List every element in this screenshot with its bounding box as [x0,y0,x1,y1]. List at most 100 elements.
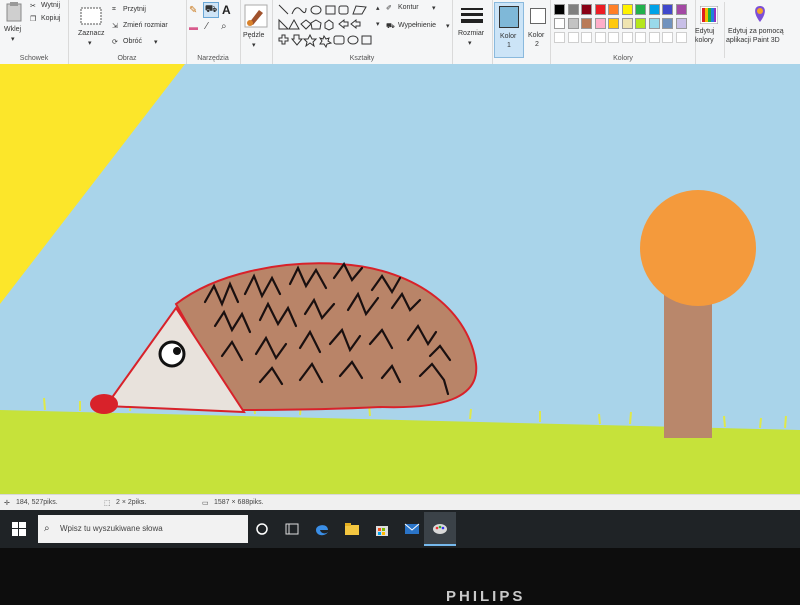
shapes-group: ▴ ▾ ✐ Kontur ▾ ⛟ Wypełnienie ▾ Kształty [272,0,453,64]
magnifier-icon[interactable]: ⌕ [221,21,227,32]
pencil-icon[interactable]: ✎ [189,5,197,16]
color1-number: 1 [507,42,511,49]
color-swatch[interactable] [594,4,606,15]
color-swatch[interactable] [648,18,660,29]
color-swatch[interactable] [581,4,592,15]
color-swatch[interactable] [675,4,687,15]
eraser-icon[interactable]: ▬ [189,22,198,32]
hedgehog-eye [158,340,186,368]
color-swatch[interactable] [608,4,619,15]
fill-dropdown-icon: ▾ [446,23,450,30]
outline-dropdown[interactable]: ✐ Kontur ▾ [386,4,450,16]
color1-button[interactable]: Kolor 1 [494,2,524,58]
color-swatch[interactable] [567,4,579,15]
search-box[interactable]: ⌕ Wpisz tu wyszukiwane słowa [38,515,248,543]
rotate-button[interactable]: ⟳ Obróć ▾ [112,38,182,48]
color-swatch[interactable] [554,18,565,29]
color-swatch[interactable] [648,4,660,15]
custom-color-slot[interactable] [594,32,606,43]
file-explorer-icon[interactable] [344,521,360,537]
fill-label: Wypełnienie [398,22,437,29]
color-swatch[interactable] [581,18,592,29]
size-label: Rozmiar [458,30,485,37]
taskbar: ⌕ Wpisz tu wyszukiwane słowa [0,510,800,548]
shapes-group-label: Kształty [349,55,375,62]
color-swatch[interactable] [662,18,673,29]
custom-color-slot[interactable] [621,32,633,43]
color-picker-icon[interactable]: ⁄ [206,21,208,32]
colors-group: Kolory [550,0,696,64]
cursor-position: 184, 527piks. [16,499,58,506]
color-swatch[interactable] [621,4,633,15]
status-bar: ✛ 184, 527piks. ⬚ 2 × 2piks. ▭ 1587 × 68… [0,494,800,511]
edit-colors-button[interactable]: Edytuj kolory [694,2,725,58]
color-swatch[interactable] [594,18,606,29]
paste-button[interactable]: Wklej ▾ [2,2,26,43]
fill-dropdown[interactable]: ⛟ Wypełnienie ▾ [386,22,452,34]
size-button[interactable]: Rozmiar ▾ [458,4,488,54]
drawing-canvas[interactable] [0,64,800,494]
resize-icon: ⇲ [112,23,118,30]
copy-button[interactable]: ❐ Kopiuj [30,15,68,25]
colors-group-label: Kolory [613,55,633,62]
crop-button[interactable]: ⌗ Przytnij [112,6,182,16]
people-icon[interactable] [284,521,300,537]
tools-group-label: Narzędzia [197,55,229,62]
custom-color-slot[interactable] [581,32,592,43]
mail-icon[interactable] [404,521,420,537]
color-swatch[interactable] [567,18,579,29]
resize-button[interactable]: ⇲ Zmień rozmiar [112,22,184,32]
color-swatch[interactable] [662,4,673,15]
paint3d-button[interactable]: Edytuj za pomocą aplikacji Paint 3D [726,2,798,58]
edge-icon[interactable] [314,521,330,537]
custom-color-slot[interactable] [554,32,565,43]
ribbon: Wklej ▾ ✂ Wytnij ❐ Kopiuj Schowek Zaznac… [0,0,800,65]
monitor-brand-logo: PHILIPS [446,588,526,605]
selection-size: 2 × 2piks. [116,499,147,506]
outline-icon: ✐ [386,5,392,12]
custom-color-slot[interactable] [635,32,646,43]
custom-color-slot[interactable] [662,32,673,43]
paint3d-icon [755,6,765,22]
color-swatch[interactable] [635,18,646,29]
select-label: Zaznacz [78,30,105,37]
outline-dropdown-icon: ▾ [432,5,436,12]
custom-color-slot[interactable] [608,32,619,43]
brushes-button[interactable]: Pędzle ▾ [242,4,270,54]
image-size-icon: ▭ [202,500,209,507]
color-swatch[interactable] [635,4,646,15]
color-palette [554,4,694,44]
paint-app-icon [433,524,447,534]
select-button[interactable]: Zaznacz ▾ [76,4,106,47]
cut-button[interactable]: ✂ Wytnij [30,2,68,12]
store-icon[interactable] [374,521,390,537]
color-swatch[interactable] [554,4,565,15]
scissors-icon: ✂ [30,3,36,10]
shapes-scroll-down-icon[interactable]: ▾ [376,20,380,28]
shapes-scroll-up-icon[interactable]: ▴ [376,4,380,12]
color-swatch[interactable] [608,18,619,29]
edit-colors-label-2: kolory [695,37,714,44]
windows-start-icon[interactable] [12,522,26,536]
text-tool-icon[interactable]: A [222,3,231,17]
color2-button[interactable]: Kolor 2 [526,2,550,58]
brushes-dropdown-icon: ▾ [252,42,256,49]
task-view-icon[interactable] [254,521,270,537]
paint-taskbar-button[interactable] [424,512,456,546]
rotate-icon: ⟳ [112,39,118,46]
color-swatch[interactable] [621,18,633,29]
clipboard-group-label: Schowek [19,55,49,62]
custom-color-slot[interactable] [648,32,660,43]
select-dropdown-icon: ▾ [88,40,92,47]
shapes-gallery-icon[interactable] [276,2,378,48]
fill-bucket-icon[interactable]: ⛟ [203,2,219,18]
fill-icon: ⛟ [386,23,395,30]
color-swatch[interactable] [675,18,687,29]
paste-dropdown-icon: ▾ [11,36,15,43]
cut-label: Wytnij [41,2,60,9]
tools-group: ✎ ⛟ A ▬ ⁄ ⌕ Narzędzia [186,0,241,64]
custom-color-slot[interactable] [567,32,579,43]
tree-crown [640,190,756,306]
copy-icon: ❐ [30,16,37,23]
custom-color-slot[interactable] [675,32,687,43]
